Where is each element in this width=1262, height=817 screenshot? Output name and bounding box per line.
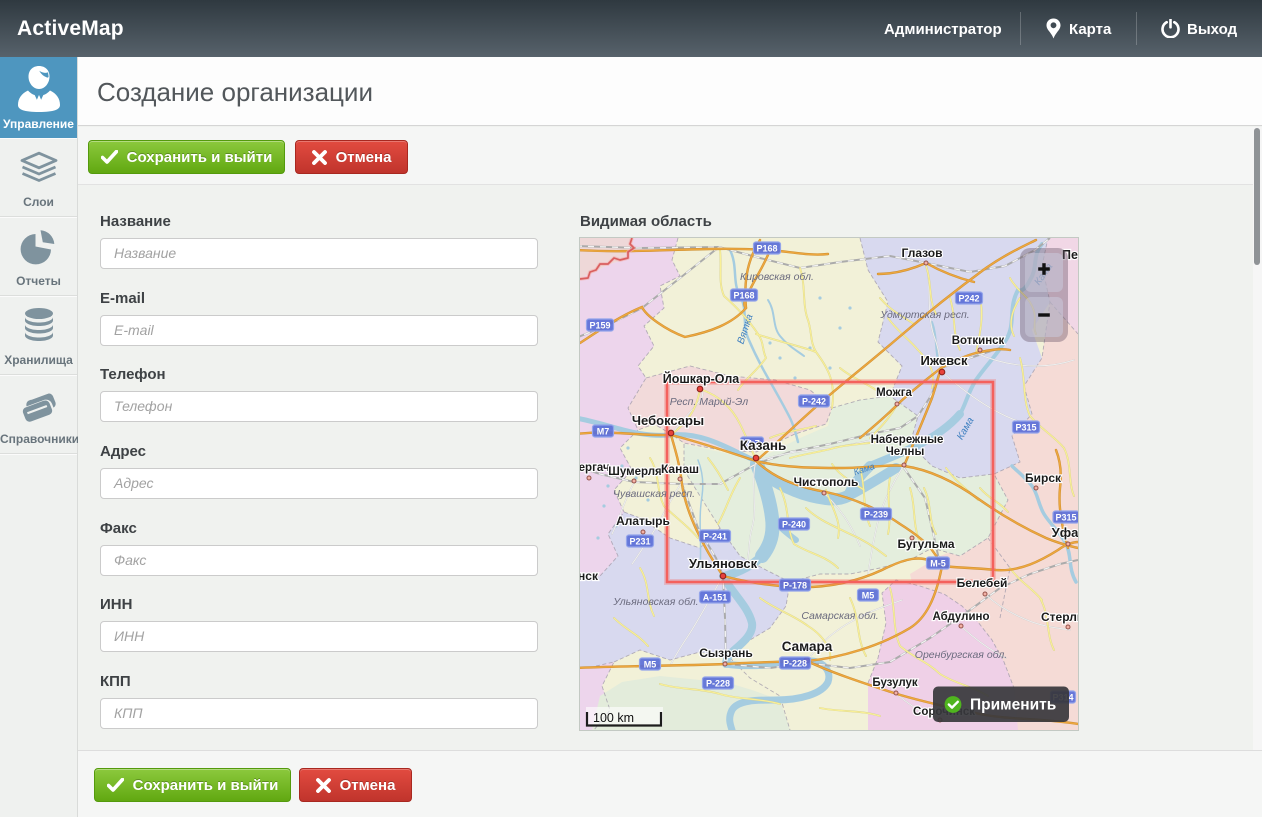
svg-text:М5: М5	[644, 659, 657, 669]
svg-text:Кировская обл.: Кировская обл.	[740, 271, 814, 283]
svg-text:Оренбургская обл.: Оренбургская обл.	[915, 649, 1007, 661]
svg-text:Глазов: Глазов	[901, 246, 942, 260]
svg-text:М5: М5	[862, 590, 875, 600]
svg-text:Чистополь: Чистополь	[794, 475, 859, 489]
svg-text:Р-228: Р-228	[783, 658, 807, 668]
svg-text:Бугульма: Бугульма	[897, 537, 954, 551]
svg-text:Р-240: Р-240	[782, 519, 806, 529]
svg-text:Набережные: Набережные	[871, 434, 944, 446]
svg-text:Ульяновская обл.: Ульяновская обл.	[612, 596, 698, 608]
svg-text:Р242: Р242	[958, 293, 979, 303]
svg-text:Р-241: Р-241	[703, 531, 727, 541]
svg-text:Бирск: Бирск	[1025, 471, 1062, 485]
svg-text:Респ. Марий-Эл: Респ. Марий-Эл	[670, 396, 748, 408]
svg-text:Ульяновск: Ульяновск	[689, 556, 758, 571]
svg-text:А-151: А-151	[703, 592, 728, 602]
svg-text:М7: М7	[597, 426, 610, 436]
svg-text:100 km: 100 km	[593, 711, 634, 725]
svg-text:нск: нск	[580, 569, 599, 583]
svg-text:Сергач: Сергач	[580, 462, 610, 474]
svg-text:Р159: Р159	[589, 320, 610, 330]
svg-text:Чебоксары: Чебоксары	[632, 413, 704, 428]
svg-text:Сызрань: Сызрань	[699, 646, 753, 660]
svg-text:Чувашская респ.: Чувашская респ.	[613, 488, 695, 500]
svg-text:Р315: Р315	[1015, 422, 1036, 432]
svg-text:Можга: Можга	[876, 387, 912, 399]
svg-text:Челны: Челны	[886, 446, 925, 458]
svg-text:Канаш: Канаш	[661, 462, 699, 476]
svg-text:М-5: М-5	[930, 558, 946, 568]
svg-text:Р315: Р315	[1055, 512, 1076, 522]
svg-text:Р-228: Р-228	[706, 678, 730, 688]
svg-text:Воткинск: Воткинск	[952, 335, 1005, 347]
svg-text:Уфа: Уфа	[1052, 525, 1078, 540]
svg-text:Казань: Казань	[740, 438, 787, 453]
svg-text:Белебей: Белебей	[957, 576, 1008, 590]
svg-text:Р231: Р231	[629, 536, 650, 546]
svg-text:Абдулино: Абдулино	[932, 611, 989, 623]
svg-text:Стерлитамак: Стерлитамак	[1041, 610, 1078, 624]
svg-text:Р-178: Р-178	[783, 580, 807, 590]
svg-text:Шумерля: Шумерля	[608, 466, 661, 478]
svg-text:Бузулук: Бузулук	[872, 677, 918, 689]
svg-text:Алатырь: Алатырь	[616, 514, 670, 528]
svg-text:Р-242: Р-242	[802, 396, 826, 406]
svg-text:Р-239: Р-239	[864, 509, 888, 519]
svg-text:Ижевск: Ижевск	[920, 353, 968, 368]
svg-text:Йошкар-Ола: Йошкар-Ола	[663, 371, 741, 386]
svg-text:Самарская обл.: Самарская обл.	[801, 610, 878, 622]
svg-text:Самара: Самара	[782, 639, 833, 654]
svg-text:Удмуртская респ.: Удмуртская респ.	[879, 309, 969, 321]
svg-text:Р168: Р168	[733, 290, 754, 300]
svg-text:Применить: Применить	[970, 697, 1056, 714]
svg-text:Р168: Р168	[756, 243, 777, 253]
